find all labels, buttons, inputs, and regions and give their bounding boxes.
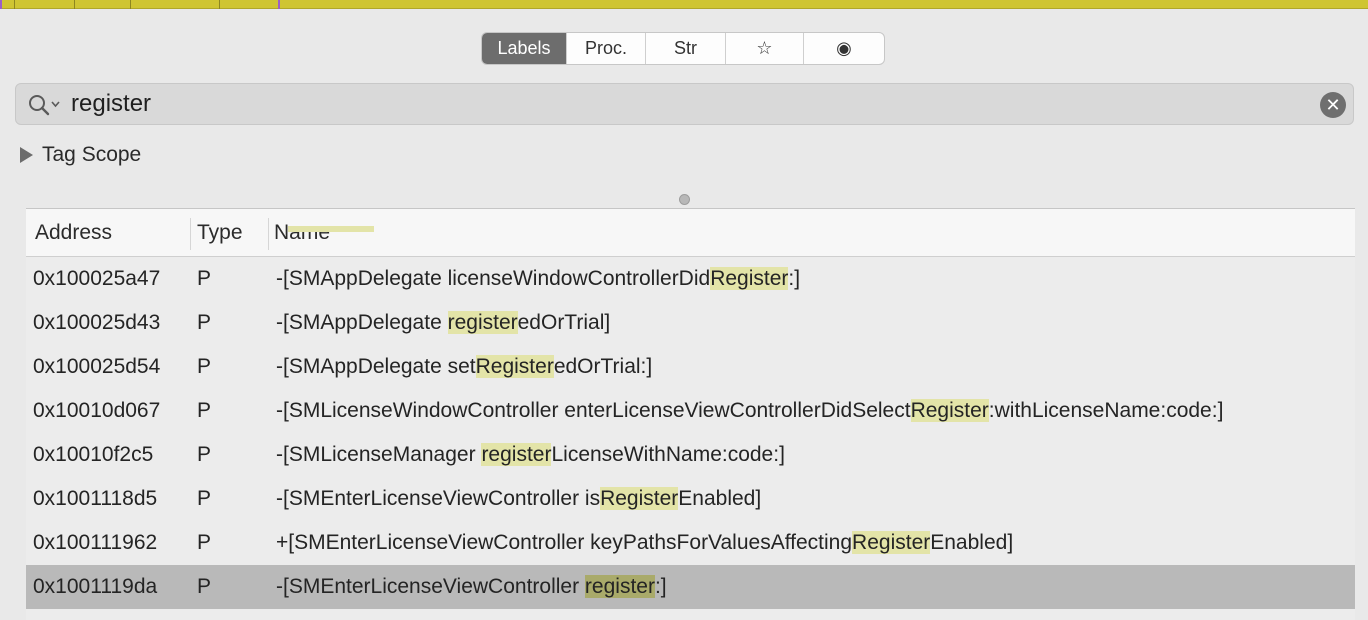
row-type: P (197, 311, 212, 334)
table-row[interactable]: 0x100111962 P +[SMEnterLicenseViewControll… (26, 521, 1355, 565)
column-header-name[interactable]: Name (274, 209, 330, 257)
row-address: 0x1001118d5 (33, 487, 158, 510)
row-type: P (197, 531, 212, 554)
strip-marker (0, 0, 2, 9)
name-prefix: +[SMEnterLicenseViewController keyPathsF… (276, 531, 853, 554)
tag-scope-disclosure[interactable]: Tag Scope (20, 143, 141, 167)
name-prefix: -[SMEnterLicenseViewController (276, 575, 585, 598)
name-suffix: Enabled] (678, 487, 762, 510)
search-match-highlight: Register (852, 531, 931, 554)
name-prefix: -[SMAppDelegate licenseWindowControllerD… (276, 267, 711, 290)
table-row[interactable]: 0x100025d54 P -[SMAppDelegate setRegistere… (26, 345, 1355, 389)
name-suffix: LicenseWithName:code:] (551, 443, 785, 466)
row-type: P (197, 399, 212, 422)
row-address: 0x100111962 (33, 531, 158, 554)
table-row[interactable]: 0x1001119da P -[SMEnterLicenseViewControll… (26, 565, 1355, 609)
column-divider[interactable] (190, 218, 191, 250)
tag-scope-label: Tag Scope (42, 143, 142, 166)
column-divider[interactable] (268, 218, 269, 250)
table-row[interactable]: 0x1001118d5 P -[SMEnterLicenseViewControll… (26, 477, 1355, 521)
name-suffix: edOrTrial] (517, 311, 611, 334)
row-type: P (197, 575, 212, 598)
row-name: -[SMEnterLicenseViewController isRegiste… (276, 487, 761, 511)
row-name: +[SMEnterLicenseViewController keyPathsF… (276, 531, 1013, 555)
table-row[interactable]: 0x100025a47 P -[SMAppDelegate licenseWindo… (26, 257, 1355, 301)
search-match-highlight: Register (710, 267, 789, 290)
table-row[interactable]: 0x100025d43 P -[SMAppDelegate registeredOr… (26, 301, 1355, 345)
split-view-handle[interactable] (679, 194, 690, 205)
search-match-highlight: register (447, 311, 518, 334)
row-name: -[SMLicenseWindowController enterLicense… (276, 399, 1223, 423)
row-type: P (197, 443, 212, 466)
row-address: 0x10010f2c5 (33, 443, 154, 466)
row-address: 0x1001119da (33, 575, 158, 598)
row-type: P (197, 487, 212, 510)
segment-tags-radio-icon[interactable]: ◉ (804, 33, 884, 64)
row-address: 0x100025a47 (33, 267, 161, 290)
name-suffix: :withLicenseName:code:] (988, 399, 1224, 422)
strip-tick (219, 0, 220, 9)
clear-search-icon[interactable]: ✕ (1320, 92, 1346, 118)
row-address: 0x100025d43 (33, 311, 161, 334)
name-suffix: edOrTrial:] (553, 355, 653, 378)
search-field[interactable]: ✕ (15, 83, 1354, 125)
search-match-highlight: register (584, 575, 655, 598)
table-row[interactable]: 0x10010d067 P -[SMLicenseWindowController … (26, 389, 1355, 433)
memory-overview-strip[interactable] (0, 0, 1368, 9)
name-prefix: -[SMAppDelegate set (276, 355, 476, 378)
segment-labels[interactable]: Labels (482, 33, 567, 64)
search-match-highlight: Register (600, 487, 679, 510)
search-match-highlight: register (481, 443, 552, 466)
name-suffix: Enabled] (930, 531, 1014, 554)
row-type: P (197, 267, 212, 290)
search-match-highlight: Register (910, 399, 989, 422)
name-prefix: -[SMLicenseWindowController enterLicense… (276, 399, 911, 422)
row-name: -[SMLicenseManager registerLicenseWithNa… (276, 443, 785, 467)
name-prefix: -[SMAppDelegate (276, 311, 448, 334)
column-header-type[interactable]: Type (197, 209, 243, 257)
row-name: -[SMAppDelegate registeredOrTrial] (276, 311, 610, 335)
segment-strings[interactable]: Str (646, 33, 726, 64)
search-icon[interactable] (28, 94, 64, 116)
row-name: -[SMAppDelegate licenseWindowControllerD… (276, 267, 800, 291)
symbol-type-segmented-control: Labels Proc. Str ☆ ◉ (481, 32, 885, 65)
row-address: 0x10010d067 (33, 399, 161, 422)
strip-tick (74, 0, 75, 9)
next-row-partial-highlight (288, 226, 374, 232)
strip-tick (130, 0, 131, 9)
row-name: -[SMAppDelegate setRegisteredOrTrial:] (276, 355, 652, 379)
row-type: P (197, 355, 212, 378)
table-header: Address Type Name (26, 209, 1355, 257)
search-match-highlight: Register (475, 355, 554, 378)
disclosure-triangle-icon[interactable] (20, 147, 33, 163)
row-name: -[SMEnterLicenseViewController register:… (276, 575, 667, 599)
table-row[interactable]: 0x10010f2c5 P -[SMLicenseManager registerL… (26, 433, 1355, 477)
row-address: 0x100025d54 (33, 355, 161, 378)
segment-bookmarks-star-icon[interactable]: ☆ (726, 33, 804, 64)
name-suffix: :] (654, 575, 667, 598)
search-input[interactable] (71, 89, 1271, 119)
name-prefix: -[SMEnterLicenseViewController is (276, 487, 601, 510)
name-prefix: -[SMLicenseManager (276, 443, 482, 466)
name-suffix: :] (788, 267, 801, 290)
strip-tick (14, 0, 15, 9)
symbols-table: Address Type Name 0x100025a47 P -[SMAppDel… (26, 208, 1355, 620)
strip-marker (278, 0, 280, 9)
segment-procedures[interactable]: Proc. (567, 33, 646, 64)
column-header-address[interactable]: Address (35, 209, 112, 257)
